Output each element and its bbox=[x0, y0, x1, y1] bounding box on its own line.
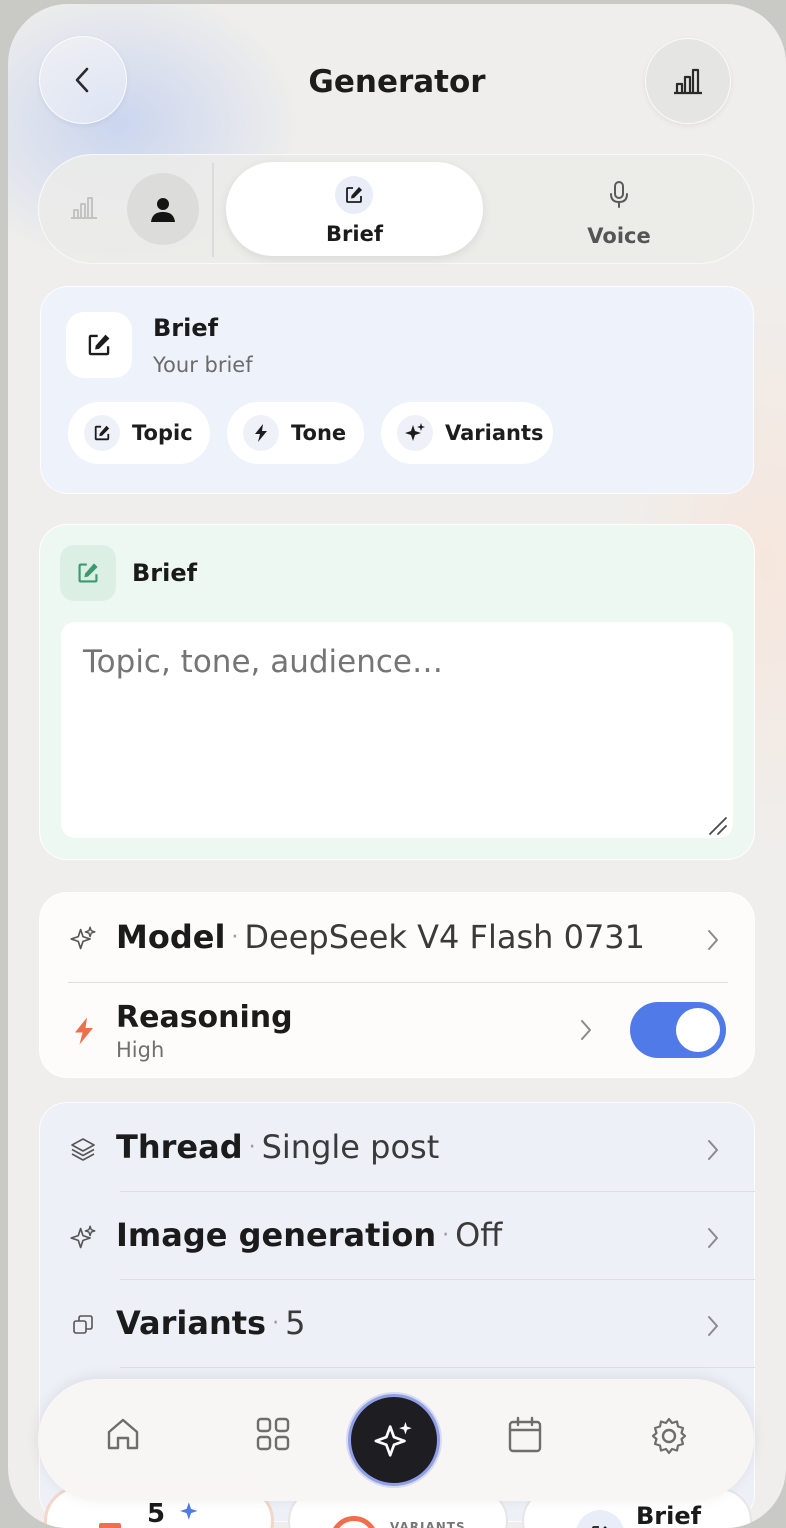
image-generation-row-label: Image generation · Off bbox=[116, 1216, 503, 1254]
bolt-icon bbox=[75, 1017, 93, 1045]
bar-chart-icon bbox=[674, 68, 702, 95]
chevron-right-icon bbox=[708, 1140, 718, 1160]
variants-ring: 5 bbox=[330, 1516, 378, 1528]
generate-fab[interactable] bbox=[348, 1394, 440, 1486]
row-divider bbox=[120, 1367, 755, 1368]
edit-icon bbox=[84, 415, 120, 451]
reasoning-value: High bbox=[116, 1038, 165, 1062]
segment-divider bbox=[212, 163, 214, 257]
edit-icon bbox=[88, 334, 110, 356]
summary-variants-label: VARIANTS bbox=[390, 1520, 466, 1528]
summary-brief-label: Brief bbox=[636, 1502, 702, 1528]
sparkles-icon bbox=[397, 415, 433, 451]
tab-brief-label: Brief bbox=[326, 222, 383, 246]
thread-row-label: Thread · Single post bbox=[116, 1128, 440, 1166]
chip-topic[interactable]: Topic bbox=[68, 402, 210, 464]
model-row-label: Model · DeepSeek V4 Flash 0731 bbox=[116, 918, 646, 956]
image-generation-label: Image generation bbox=[116, 1216, 437, 1254]
grid-icon[interactable] bbox=[254, 1415, 292, 1453]
model-value: DeepSeek V4 Flash 0731 bbox=[244, 918, 646, 956]
mode-switcher: Brief Voice bbox=[38, 154, 754, 264]
brief-card-subtitle: Your brief bbox=[153, 353, 253, 377]
sparkles-icon bbox=[70, 1225, 96, 1249]
user-icon bbox=[151, 198, 175, 222]
stats-button[interactable] bbox=[645, 38, 731, 124]
row-divider bbox=[68, 982, 728, 983]
thread-value: Single post bbox=[261, 1128, 440, 1166]
chevron-right-icon bbox=[708, 1228, 718, 1248]
edit-icon bbox=[576, 1510, 624, 1528]
chevron-right-icon bbox=[708, 1316, 718, 1336]
tab-brief[interactable]: Brief bbox=[226, 162, 483, 256]
layers-icon bbox=[71, 1138, 95, 1161]
summary-count: 5 bbox=[147, 1499, 166, 1528]
brief-card-title: Brief bbox=[153, 314, 219, 342]
brief-input-icon bbox=[60, 545, 116, 601]
chip-variants[interactable]: Variants bbox=[381, 402, 553, 464]
bottom-nav bbox=[38, 1379, 754, 1501]
chip-topic-label: Topic bbox=[132, 421, 193, 445]
model-label: Model bbox=[116, 918, 226, 956]
reasoning-toggle[interactable] bbox=[630, 1002, 726, 1058]
edit-icon bbox=[335, 176, 373, 214]
app-screen: Generator Brief Voice Brief Your brief T… bbox=[8, 4, 786, 1528]
edit-icon bbox=[78, 563, 98, 583]
thread-label: Thread bbox=[116, 1128, 243, 1166]
resize-handle-icon[interactable] bbox=[706, 814, 728, 836]
sparkles-icon bbox=[70, 926, 96, 950]
variants-label: Variants bbox=[116, 1304, 267, 1342]
calendar-icon[interactable] bbox=[506, 1415, 544, 1455]
brief-input-label: Brief bbox=[132, 559, 198, 587]
profile-tab[interactable] bbox=[127, 173, 199, 245]
home-icon[interactable] bbox=[104, 1415, 142, 1453]
chip-tone-label: Tone bbox=[291, 421, 347, 445]
brief-card-icon bbox=[66, 312, 132, 378]
sparkles-icon bbox=[374, 1421, 412, 1457]
chip-variants-label: Variants bbox=[445, 421, 544, 445]
variants-value: 5 bbox=[285, 1304, 306, 1342]
tab-voice-label: Voice bbox=[587, 224, 651, 248]
microphone-icon bbox=[610, 181, 628, 208]
sparkles-icon bbox=[180, 1502, 198, 1520]
brief-textarea[interactable] bbox=[61, 622, 733, 838]
settings-icon[interactable] bbox=[648, 1415, 690, 1457]
chevron-right-icon[interactable] bbox=[578, 1018, 594, 1042]
image-generation-value: Off bbox=[455, 1216, 503, 1254]
bar-chart-icon bbox=[71, 197, 97, 219]
toggle-knob bbox=[676, 1008, 720, 1052]
stats-tab[interactable] bbox=[69, 193, 99, 225]
chevron-right-icon bbox=[708, 930, 718, 950]
note-icon bbox=[99, 1523, 121, 1528]
chip-tone[interactable]: Tone bbox=[227, 402, 364, 464]
bolt-icon bbox=[243, 415, 279, 451]
variants-row-label: Variants · 5 bbox=[116, 1304, 306, 1342]
tab-voice[interactable]: Voice bbox=[499, 162, 739, 256]
copy-icon bbox=[73, 1315, 93, 1334]
reasoning-label: Reasoning bbox=[116, 1000, 293, 1035]
